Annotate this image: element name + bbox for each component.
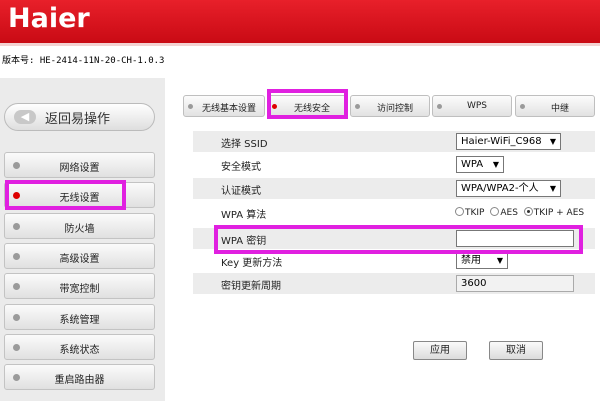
sidebar-item-label: 系统管理: [59, 315, 100, 326]
tab-wps[interactable]: WPS: [432, 95, 512, 117]
auth-mode-value: WPA/WPA2-个人: [461, 183, 539, 194]
sidebar-item-advanced[interactable]: 高级设置: [4, 243, 155, 269]
wpa-algorithm-radio-group: TKIP AES TKIP + AES: [455, 207, 587, 218]
key-period-value: 3600: [461, 278, 487, 289]
row-ssid: 选择 SSID Haier-WiFi_C968 ▼: [193, 131, 595, 152]
row-wpa-algorithm: WPA 算法 TKIP AES TKIP + AES: [193, 202, 595, 223]
firmware-version: 版本号: HE-2414-11N-20-CH-1.0.3: [2, 56, 165, 66]
security-mode-value: WPA: [461, 159, 484, 170]
radio-selected-icon: [523, 207, 533, 216]
sidebar-item-label: 网络设置: [59, 163, 100, 174]
sidebar-item-network[interactable]: 网络设置: [4, 152, 155, 178]
highlight-wireless-security-tab: [267, 89, 348, 119]
back-button-label: 返回易操作: [45, 112, 111, 127]
sidebar-item-label: 防火墙: [64, 224, 95, 235]
radio-label: TKIP: [465, 208, 485, 218]
ssid-value: Haier-WiFi_C968: [461, 136, 542, 147]
highlight-wpa-key-row: [214, 225, 583, 254]
key-period-input[interactable]: 3600: [456, 275, 574, 292]
back-to-easy-setup-button[interactable]: ◀ 返回易操作: [4, 103, 155, 131]
dropdown-arrow-icon: ▼: [496, 256, 503, 265]
wpa-algorithm-label: WPA 算法: [221, 210, 267, 221]
radio-label: TKIP + AES: [533, 208, 585, 218]
row-key-period: 密钥更新周期 3600: [193, 273, 595, 294]
dropdown-arrow-icon: ▼: [549, 137, 556, 146]
tab-label: 无线基本设置: [201, 104, 256, 114]
sidebar-item-system-management[interactable]: 系统管理: [4, 304, 155, 330]
auth-mode-label: 认证模式: [221, 186, 261, 197]
key-update-select[interactable]: 禁用 ▼: [456, 252, 508, 269]
sidebar-item-label: 重启路由器: [54, 375, 105, 386]
tab-label: 中继: [550, 104, 569, 114]
key-update-value: 禁用: [461, 255, 481, 266]
radio-tkip[interactable]: TKIP: [455, 207, 485, 218]
radio-icon: [455, 207, 464, 216]
sidebar-item-system-status[interactable]: 系统状态: [4, 334, 155, 360]
row-security-mode: 安全模式 WPA ▼: [193, 154, 595, 175]
radio-tkip-aes[interactable]: TKIP + AES: [523, 207, 585, 218]
security-mode-select[interactable]: WPA ▼: [456, 156, 504, 173]
ssid-label: 选择 SSID: [221, 139, 268, 150]
key-period-label: 密钥更新周期: [221, 281, 281, 292]
cancel-button[interactable]: 取消: [489, 341, 543, 360]
header-bar: Haier: [0, 0, 600, 43]
radio-aes[interactable]: AES: [490, 207, 518, 218]
highlight-wireless-settings: [5, 180, 126, 210]
ssid-select[interactable]: Haier-WiFi_C968 ▼: [456, 133, 561, 150]
radio-icon: [490, 207, 500, 216]
haier-logo: Haier: [8, 3, 90, 34]
sidebar-item-bandwidth[interactable]: 带宽控制: [4, 273, 155, 299]
row-auth-mode: 认证模式 WPA/WPA2-个人 ▼: [193, 178, 595, 199]
sidebar-item-firewall[interactable]: 防火墙: [4, 213, 155, 239]
dropdown-arrow-icon: ▼: [492, 160, 499, 169]
dropdown-arrow-icon: ▼: [549, 184, 556, 193]
auth-mode-select[interactable]: WPA/WPA2-个人 ▼: [456, 180, 561, 197]
sidebar-item-label: 系统状态: [59, 345, 100, 356]
sidebar-item-reboot[interactable]: 重启路由器: [4, 364, 155, 390]
key-update-label: Key 更新方法: [221, 258, 283, 269]
sidebar-item-label: 高级设置: [59, 254, 100, 265]
router-admin-page: Haier 版本号: HE-2414-11N-20-CH-1.0.3 ◀ 返回易…: [0, 0, 600, 401]
sidebar-item-label: 带宽控制: [59, 284, 100, 295]
radio-label: AES: [500, 208, 518, 218]
security-mode-label: 安全模式: [221, 162, 261, 173]
tab-access-control[interactable]: 访问控制: [350, 95, 430, 117]
tab-label: WPS: [466, 101, 488, 111]
tab-repeater[interactable]: 中继: [515, 95, 595, 117]
tab-wireless-basic[interactable]: 无线基本设置: [183, 95, 265, 117]
apply-button[interactable]: 应用: [413, 341, 467, 360]
tab-label: 访问控制: [376, 104, 413, 114]
back-arrow-icon: ◀: [14, 110, 36, 124]
